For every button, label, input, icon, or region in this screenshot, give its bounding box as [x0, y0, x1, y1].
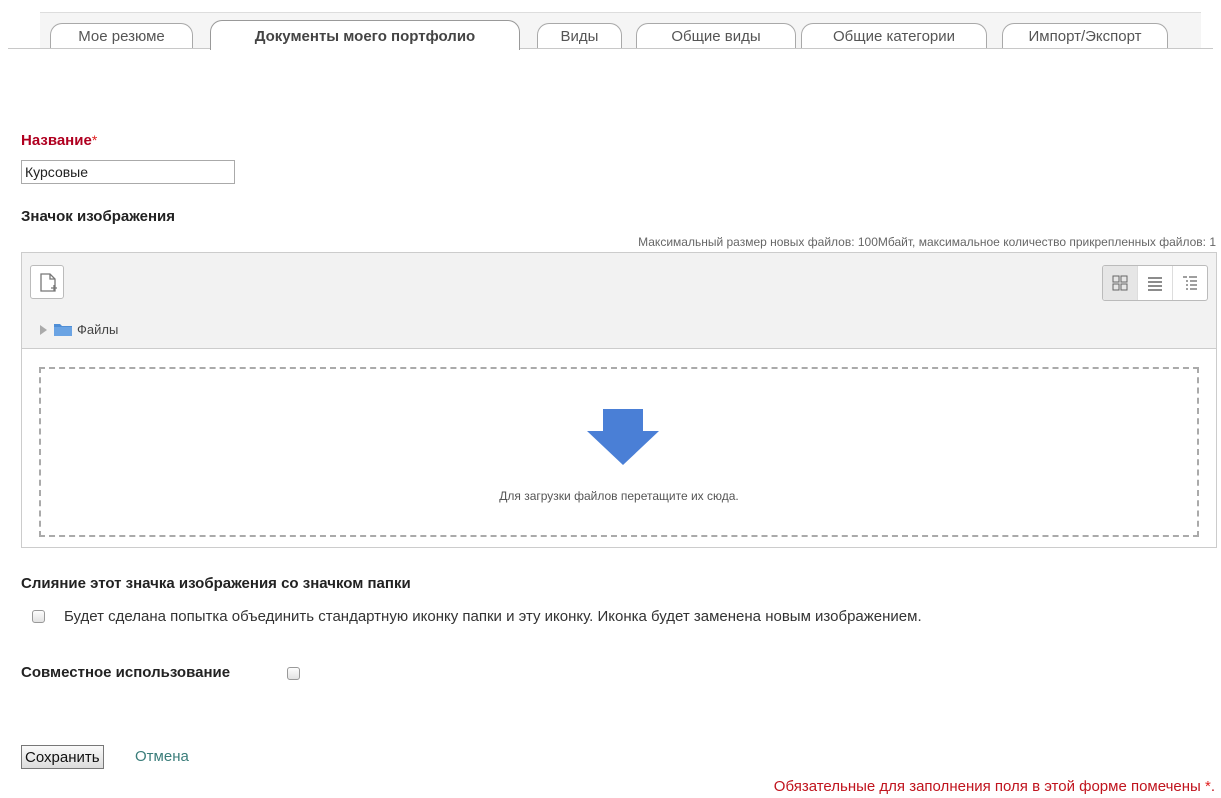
view-toggle-group [1102, 265, 1208, 301]
tree-view-button[interactable] [1172, 266, 1207, 300]
cancel-link[interactable]: Отмена [135, 748, 189, 765]
required-note-end: . [1210, 778, 1215, 795]
merge-checkbox[interactable] [32, 610, 45, 623]
grid-view-button[interactable] [1103, 266, 1137, 300]
name-label: Название* [21, 132, 97, 149]
max-size-note: Максимальный размер новых файлов: 100Мба… [638, 235, 1216, 249]
tab-views[interactable]: Виды [537, 23, 622, 48]
files-path-label[interactable]: Файлы [77, 322, 118, 337]
name-label-text: Название [21, 132, 92, 149]
save-button[interactable]: Сохранить [21, 745, 104, 769]
name-input[interactable] [21, 160, 235, 184]
folder-icon [54, 324, 72, 336]
share-label: Совместное использование [21, 664, 231, 681]
required-fields-note: Обязательные для заполнения поля в этой … [774, 778, 1215, 795]
drop-instructions: Для загрузки файлов перетащите их сюда. [499, 489, 739, 503]
tab-bar: Мое резюме Документы моего портфолио Вид… [0, 0, 1221, 50]
tab-shared-categories[interactable]: Общие категории [801, 23, 987, 48]
required-note-text: Обязательные для заполнения поля в этой … [773, 778, 1201, 795]
file-manager: Файлы Для загрузки файлов перетащите их … [21, 252, 1217, 548]
tab-portfolio-documents[interactable]: Документы моего портфолио [210, 20, 520, 50]
grid-view-icon [1112, 275, 1128, 291]
tab-my-resume[interactable]: Мое резюме [50, 23, 193, 48]
expand-triangle-icon[interactable] [40, 325, 47, 335]
file-manager-toolbar [22, 253, 1216, 312]
icon-label: Значок изображения [21, 208, 176, 225]
list-view-button[interactable] [1137, 266, 1172, 300]
file-path-bar: Файлы [22, 311, 1216, 349]
merge-description: Будет сделана попытка объединить стандар… [64, 608, 922, 625]
file-dropzone[interactable]: Для загрузки файлов перетащите их сюда. [39, 367, 1199, 537]
list-view-icon [1148, 277, 1162, 291]
required-star: * [91, 132, 98, 148]
download-arrow-icon [587, 409, 659, 465]
share-checkbox[interactable] [287, 667, 300, 680]
tab-import-export[interactable]: Импорт/Экспорт [1002, 23, 1168, 48]
tab-shared-views[interactable]: Общие виды [636, 23, 796, 48]
add-file-button[interactable] [30, 265, 64, 299]
add-file-icon [40, 273, 57, 292]
tree-view-icon [1183, 276, 1197, 290]
merge-label: Слияние этот значка изображения со значк… [21, 575, 411, 592]
